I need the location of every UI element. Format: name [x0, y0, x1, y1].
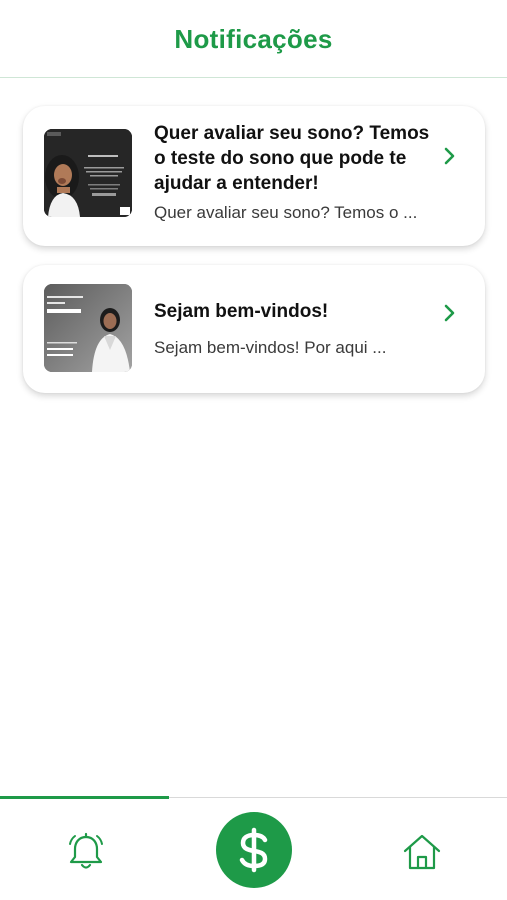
bell-icon	[69, 832, 103, 869]
tab-payments[interactable]	[216, 812, 292, 888]
doctor-welcome-image	[44, 284, 132, 372]
notification-preview: Sejam bem-vindos! Por aqui ...	[154, 338, 387, 357]
notification-card[interactable]: Quer avaliar seu sono? Temos o teste do …	[23, 106, 485, 246]
bottom-tab-bar	[0, 796, 507, 900]
top-bar: Notificações	[0, 0, 507, 78]
dollar-icon	[239, 827, 268, 873]
tab-notifications[interactable]	[62, 828, 110, 876]
notification-thumbnail	[44, 284, 132, 372]
chevron-right-icon	[444, 304, 455, 322]
notification-card[interactable]: Sejam bem-vindos! Sejam bem-vindos! Por …	[23, 265, 485, 393]
chevron-right-icon	[444, 147, 455, 165]
page-title: Notificações	[174, 24, 333, 54]
notification-thumbnail	[44, 129, 132, 217]
notification-title: Sejam bem-vindos!	[154, 301, 329, 322]
notification-title: Quer avaliar seu sono? Temos o teste do …	[154, 123, 430, 194]
notification-preview: Quer avaliar seu sono? Temos o ...	[154, 203, 418, 222]
active-tab-indicator	[0, 796, 169, 799]
tab-home[interactable]	[398, 828, 446, 876]
home-icon	[403, 834, 441, 870]
sleep-woman-yawning-image	[44, 129, 132, 217]
